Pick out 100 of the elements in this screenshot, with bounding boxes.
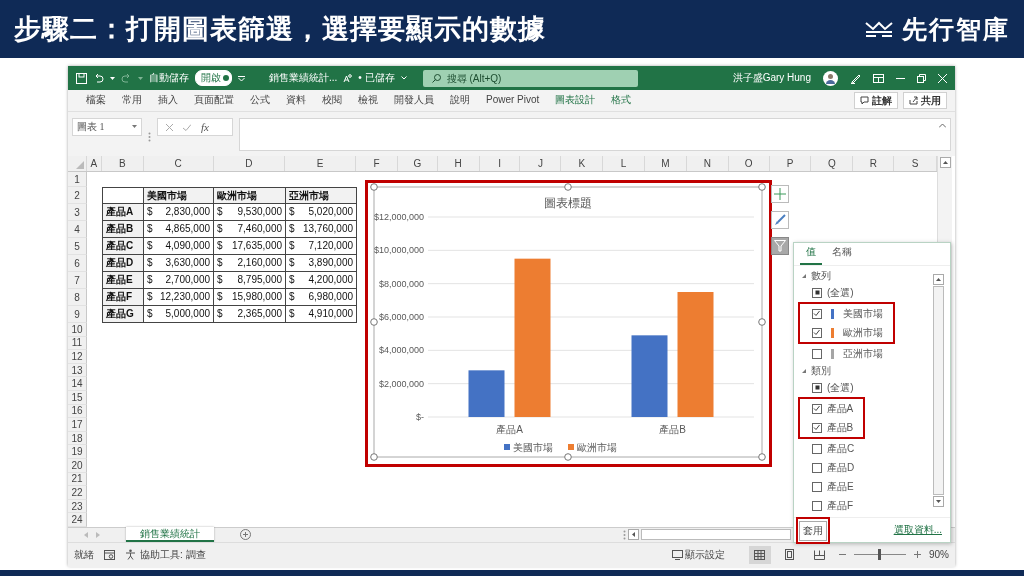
row-header[interactable]: 19 — [68, 445, 87, 459]
panel-tab[interactable]: 值 — [800, 245, 822, 265]
resize-handle[interactable] — [758, 453, 766, 461]
pen-icon[interactable] — [850, 72, 861, 84]
save-status[interactable]: • 已儲存 — [358, 71, 395, 85]
filter-item-label[interactable]: 歐洲市場 — [842, 325, 883, 340]
filter-item-label[interactable]: (全選) — [827, 380, 854, 395]
file-name[interactable]: 銷售業績統計... — [269, 71, 338, 85]
filter-item-label[interactable]: (全選) — [827, 285, 854, 300]
accessibility-status[interactable]: 協助工具: 調查 — [140, 547, 206, 562]
row-header[interactable]: 8 — [68, 289, 87, 306]
checkbox[interactable] — [812, 287, 822, 298]
column-header[interactable]: M — [645, 156, 687, 171]
column-header[interactable]: L — [603, 156, 646, 171]
row-header[interactable]: 12 — [68, 350, 87, 364]
column-header[interactable]: E — [285, 156, 356, 171]
undo-icon[interactable] — [93, 73, 104, 83]
resize-handle[interactable] — [370, 318, 378, 326]
filter-item-label[interactable]: 產品A — [826, 401, 854, 416]
column-header[interactable]: R — [853, 156, 895, 171]
ribbon-tab[interactable]: 資料 — [278, 89, 314, 112]
formula-input[interactable] — [239, 118, 951, 151]
comments-button[interactable]: 註解 — [854, 92, 898, 109]
row-header[interactable]: 14 — [68, 377, 87, 391]
sensitivity-icon[interactable] — [343, 73, 353, 83]
row-header[interactable]: 22 — [68, 486, 87, 500]
chart-title[interactable]: 圖表標題 — [544, 196, 592, 210]
column-header[interactable]: G — [397, 156, 438, 171]
filter-item-label[interactable]: 亞洲市場 — [843, 346, 883, 361]
column-header[interactable]: O — [728, 156, 770, 171]
ribbon-tab[interactable]: 校閱 — [314, 89, 350, 112]
ribbon-tab[interactable]: 檔案 — [78, 89, 114, 112]
column-header[interactable]: Q — [811, 156, 854, 171]
save-icon[interactable] — [76, 72, 87, 84]
resize-handle[interactable] — [564, 183, 572, 191]
ribbon-tab[interactable]: 格式 — [603, 89, 640, 112]
resize-handle[interactable] — [758, 183, 766, 191]
column-header[interactable]: P — [769, 156, 812, 171]
scrollbar-thumb[interactable] — [933, 286, 944, 495]
ribbon-tab[interactable]: 圖表設計 — [547, 89, 604, 112]
filter-item-label[interactable]: 產品B — [826, 420, 854, 435]
collapse-icon[interactable] — [802, 368, 806, 373]
macro-icon[interactable] — [104, 549, 115, 560]
caret-icon[interactable] — [400, 76, 407, 80]
legend-label[interactable]: 歐洲市場 — [577, 442, 617, 453]
column-header[interactable]: K — [561, 156, 604, 171]
filter-item-label[interactable]: 產品D — [827, 460, 855, 475]
scroll-down-icon[interactable] — [936, 500, 941, 503]
filter-item-label[interactable]: 產品F — [827, 498, 854, 513]
column-header[interactable]: C — [143, 156, 214, 171]
display-settings-button[interactable]: 顯示設定 — [685, 547, 725, 562]
resize-handle[interactable] — [370, 453, 378, 461]
add-sheet-icon[interactable] — [240, 529, 251, 541]
caret-icon[interactable] — [110, 76, 115, 80]
search-field[interactable]: 搜尋 (Alt+Q) — [422, 69, 638, 87]
checkbox[interactable] — [812, 481, 822, 492]
row-header[interactable]: 5 — [68, 238, 87, 255]
user-name[interactable]: 洪子盛Gary Hung — [732, 71, 811, 85]
resize-handle[interactable] — [370, 183, 378, 191]
panel-tab[interactable]: 名稱 — [826, 245, 858, 265]
row-header[interactable]: 9 — [68, 306, 87, 323]
zoom-level[interactable]: 90% — [929, 549, 949, 561]
column-header[interactable]: B — [101, 156, 144, 171]
row-header[interactable]: 10 — [68, 323, 87, 337]
filter-item-label[interactable]: 產品C — [827, 441, 855, 456]
checkbox[interactable] — [812, 348, 822, 359]
resize-handle[interactable] — [564, 453, 572, 461]
ribbon-tab[interactable]: 常用 — [114, 89, 150, 112]
row-header[interactable]: 3 — [68, 204, 87, 221]
column-header[interactable]: F — [356, 156, 398, 171]
collapse-icon[interactable] — [802, 273, 806, 278]
checkbox[interactable] — [812, 500, 822, 511]
restore-icon[interactable] — [917, 73, 926, 83]
row-header[interactable]: 2 — [68, 187, 87, 204]
autosave-toggle[interactable]: 開啟 — [195, 70, 232, 86]
avatar[interactable] — [823, 70, 838, 86]
ribbon-display-icon[interactable] — [873, 73, 884, 83]
ribbon-tab[interactable]: 說明 — [442, 89, 478, 112]
customize-icon[interactable] — [238, 75, 245, 81]
resize-handle[interactable] — [758, 318, 766, 326]
insert-function-button[interactable]: fx — [201, 121, 209, 133]
column-header[interactable]: H — [437, 156, 480, 171]
ribbon-tab[interactable]: 公式 — [242, 89, 278, 112]
row-header[interactable]: 17 — [68, 418, 87, 432]
column-header[interactable]: I — [479, 156, 521, 171]
checkbox[interactable] — [812, 382, 822, 393]
ribbon-tab[interactable]: 開發人員 — [386, 89, 442, 112]
column-header[interactable]: A — [86, 156, 102, 171]
row-header[interactable]: 1 — [68, 172, 87, 187]
zoom-in-icon[interactable] — [914, 551, 921, 559]
row-header[interactable]: 4 — [68, 221, 87, 238]
checkbox[interactable] — [811, 403, 822, 414]
close-icon[interactable] — [938, 73, 947, 83]
row-header[interactable]: 6 — [68, 255, 87, 272]
checkbox[interactable] — [811, 308, 822, 319]
row-header[interactable]: 24 — [68, 513, 87, 527]
ribbon-tab[interactable]: Power Pivot — [478, 89, 548, 112]
chart-filters-button[interactable] — [771, 237, 789, 255]
chart-styles-button[interactable] — [771, 211, 789, 229]
scroll-up-icon[interactable] — [936, 278, 941, 281]
